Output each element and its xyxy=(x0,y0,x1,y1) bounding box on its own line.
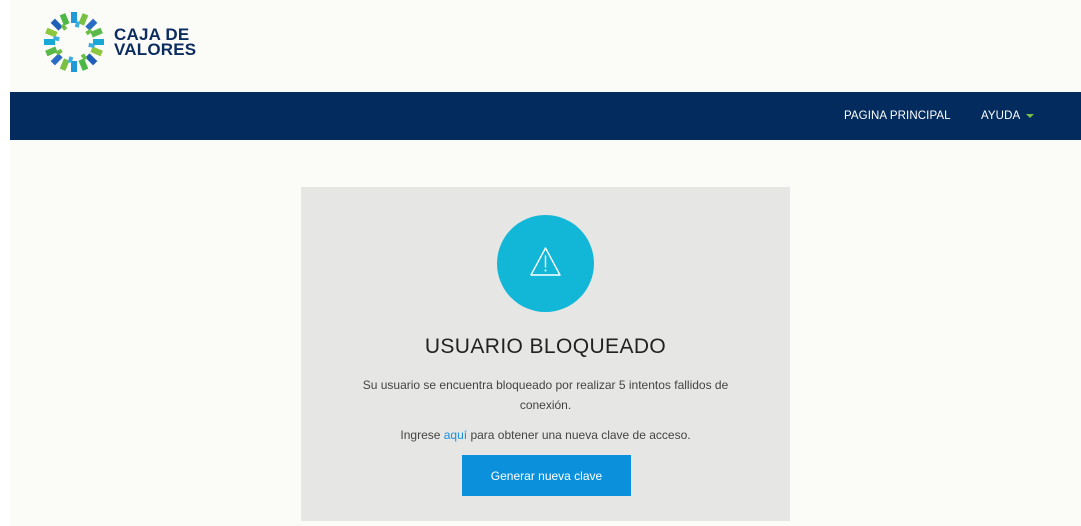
logo-icon xyxy=(44,12,104,72)
header: CAJA DE VALORES xyxy=(10,0,1081,92)
logo-line2: VALORES xyxy=(114,40,197,59)
logo[interactable]: CAJA DE VALORES xyxy=(42,10,196,74)
warning-icon xyxy=(530,247,561,276)
hint-after: para obtener una nueva clave de acceso. xyxy=(467,428,691,442)
alert-circle xyxy=(497,215,594,312)
logo-text: CAJA DE VALORES xyxy=(114,26,197,59)
left-strip xyxy=(0,0,10,526)
nav-home-link[interactable]: PAGINA PRINCIPAL xyxy=(844,92,951,140)
here-link[interactable]: aquí xyxy=(444,428,467,442)
card-hint: Ingrese aquí para obtener una nueva clav… xyxy=(301,428,790,442)
page: CAJA DE VALORES PAGINA PRINCIPAL AYUDA U… xyxy=(0,0,1081,526)
card-message: Su usuario se encuentra bloqueado por re… xyxy=(362,378,729,412)
generate-new-password-button[interactable]: Generar nueva clave xyxy=(462,455,631,496)
card-title: USUARIO BLOQUEADO xyxy=(424,335,667,358)
nav-help-label: AYUDA xyxy=(981,110,1021,122)
hint-before: Ingrese xyxy=(400,428,444,442)
navbar: PAGINA PRINCIPAL AYUDA xyxy=(10,92,1081,140)
caret-down-icon xyxy=(1026,113,1035,118)
blocked-user-card: USUARIO BLOQUEADO Su usuario se encuentr… xyxy=(301,187,790,521)
nav-help-dropdown[interactable]: AYUDA xyxy=(981,92,1035,140)
